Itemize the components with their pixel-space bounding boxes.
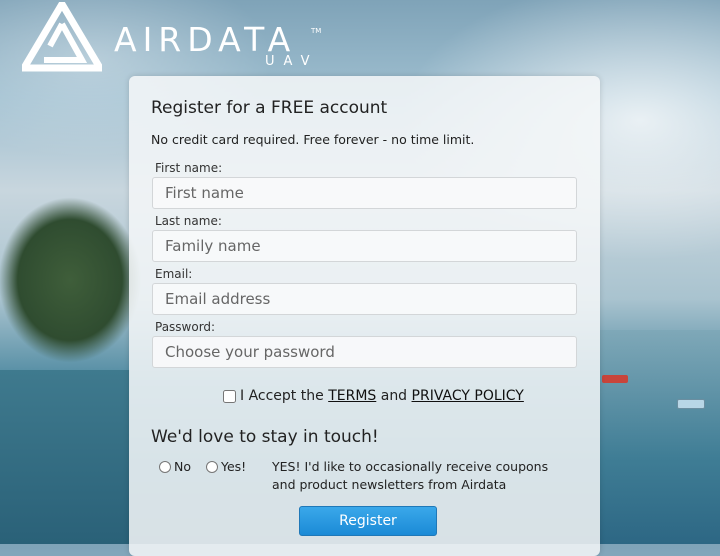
newsletter-yes-label: Yes!: [221, 459, 247, 474]
newsletter-no-label: No: [174, 459, 191, 474]
newsletter-description: YES! I'd like to occasionally receive co…: [272, 459, 549, 492]
newsletter-yes-radio[interactable]: [206, 460, 218, 473]
newsletter-yes-option[interactable]: Yes!: [206, 459, 246, 474]
accept-terms-checkbox[interactable]: [223, 389, 236, 403]
logo-trademark: TM: [311, 27, 322, 35]
newsletter-no-option[interactable]: No: [159, 459, 191, 474]
password-field[interactable]: [152, 336, 577, 368]
privacy-policy-link[interactable]: PRIVACY POLICY: [412, 388, 524, 404]
register-card: Register for a FREE account No credit ca…: [129, 76, 600, 556]
email-label: Email:: [155, 267, 193, 281]
password-label: Password:: [155, 320, 216, 334]
newsletter-no-radio[interactable]: [159, 460, 171, 473]
airdata-logo[interactable]: AIRDATA TM UAV: [22, 2, 322, 72]
lake-water-left: [0, 370, 130, 544]
last-name-label: Last name:: [155, 214, 222, 228]
accept-prefix: I Accept the: [240, 388, 324, 404]
stay-in-touch-title: We'd love to stay in touch!: [151, 427, 379, 447]
boat: [602, 375, 628, 383]
boat: [677, 399, 705, 409]
register-button[interactable]: Register: [299, 506, 437, 536]
airdata-logo-mark-icon: [22, 2, 102, 72]
lake-water-right: [600, 330, 720, 544]
terms-link[interactable]: TERMS: [328, 388, 376, 404]
logo-subtitle: UAV: [265, 54, 319, 69]
form-title: Register for a FREE account: [151, 98, 388, 118]
first-name-label: First name:: [155, 161, 223, 175]
accept-and: and: [380, 388, 408, 404]
last-name-field[interactable]: [152, 230, 577, 262]
form-subtitle: No credit card required. Free forever - …: [151, 132, 475, 147]
first-name-field[interactable]: [152, 177, 577, 209]
email-field[interactable]: [152, 283, 577, 315]
accept-terms-row: I Accept the TERMS and PRIVACY POLICY: [223, 388, 524, 404]
